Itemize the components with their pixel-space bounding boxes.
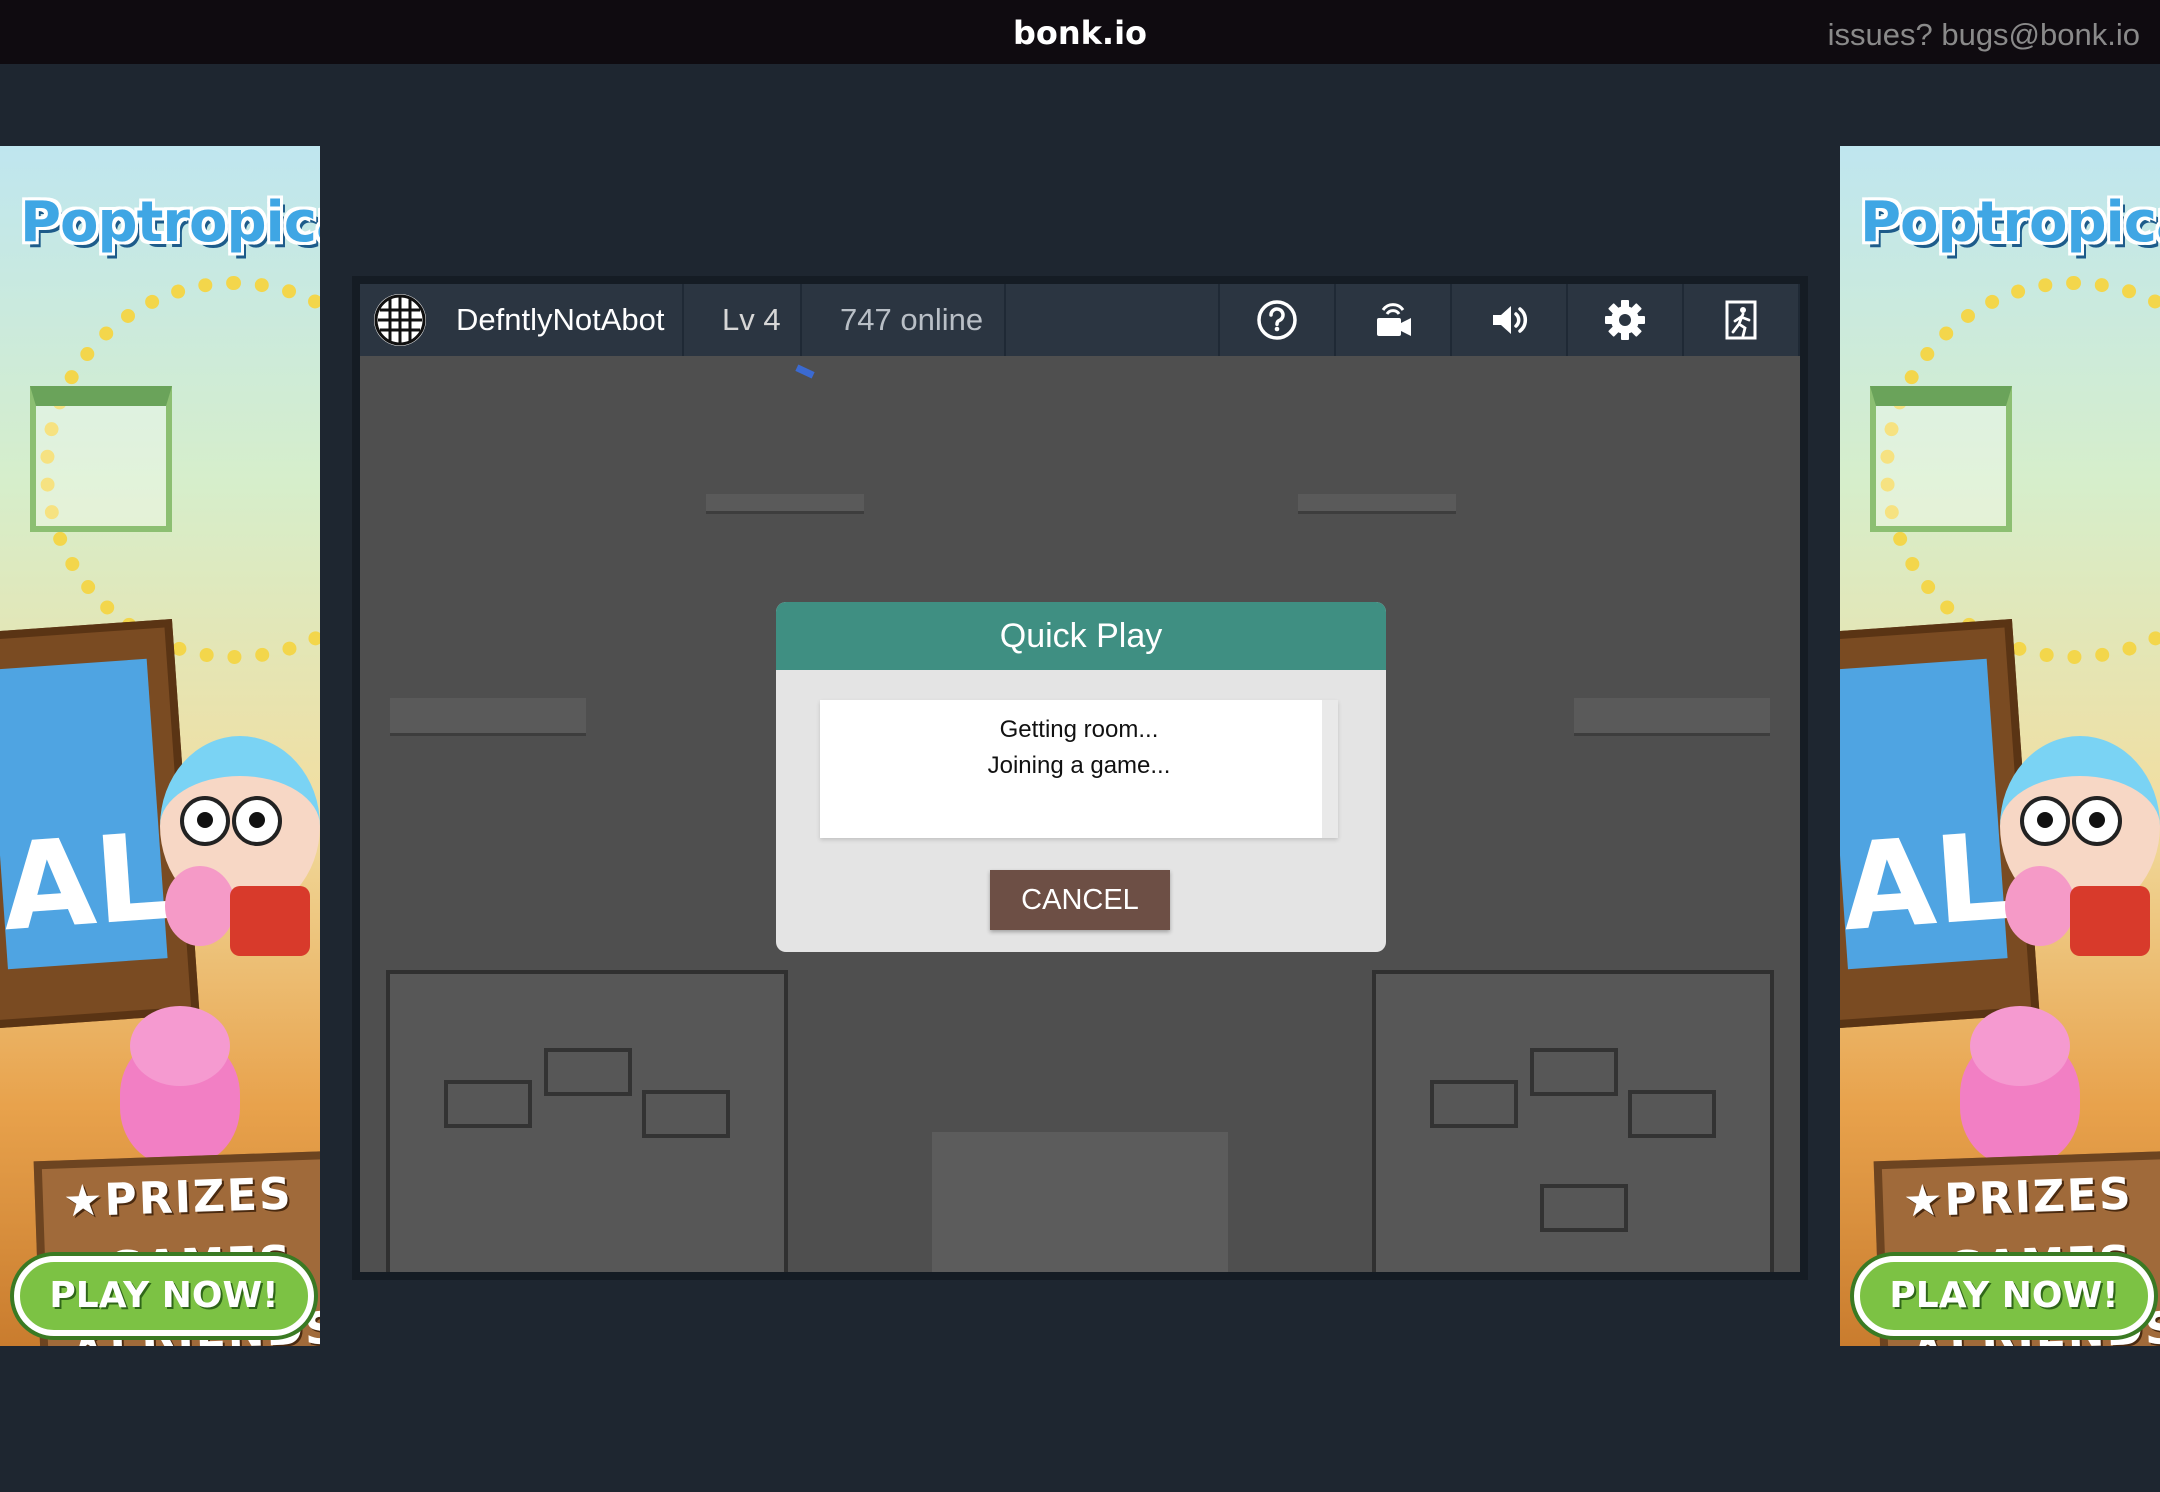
character-eye bbox=[180, 796, 230, 846]
map-block bbox=[544, 1048, 632, 1096]
status-message-box: Getting room... Joining a game... bbox=[820, 700, 1338, 838]
map-block bbox=[642, 1090, 730, 1138]
gondola-art bbox=[1870, 386, 2012, 532]
help-icon bbox=[1257, 300, 1297, 340]
game-canvas[interactable]: DefntlyNotAbot Lv 4 747 online Quick Pla… bbox=[360, 284, 1800, 1272]
ad-play-now-button[interactable]: PLAY NOW! bbox=[1854, 1256, 2154, 1336]
game-toolbar: DefntlyNotAbot Lv 4 747 online bbox=[360, 284, 1800, 356]
character-eye bbox=[2020, 796, 2070, 846]
status-line: Getting room... bbox=[999, 716, 1159, 743]
sign-text: AL bbox=[1840, 807, 2017, 959]
character-eye bbox=[232, 796, 282, 846]
ad-line-prizes: ★PRIZES bbox=[1902, 1168, 2134, 1228]
map-platform bbox=[1298, 494, 1456, 514]
online-count: 747 online bbox=[802, 284, 1004, 356]
advertisement-right[interactable]: Poptropica AL ★PRIZES ★GAMES ★FRIENDS PL… bbox=[1840, 146, 2160, 1346]
username: DefntlyNotAbot bbox=[456, 302, 665, 337]
character-eye bbox=[2072, 796, 2122, 846]
map-block bbox=[1628, 1090, 1716, 1138]
cotton-candy-art bbox=[2005, 866, 2075, 946]
scarf-art bbox=[230, 886, 310, 956]
map-marker bbox=[795, 364, 815, 379]
toolbar-spacer bbox=[1006, 284, 1218, 356]
cotton-candy-art bbox=[165, 866, 235, 946]
ad-line-prizes: ★PRIZES bbox=[62, 1168, 294, 1228]
replay-camera-button[interactable] bbox=[1336, 284, 1450, 356]
quick-play-dialog: Quick Play Getting room... Joining a gam… bbox=[776, 602, 1386, 952]
online-text: 747 online bbox=[840, 302, 984, 337]
ad-logo: Poptropica bbox=[20, 190, 320, 255]
settings-button[interactable] bbox=[1568, 284, 1682, 356]
ad-logo: Poptropica bbox=[1860, 190, 2160, 255]
player-info[interactable]: DefntlyNotAbot bbox=[360, 284, 682, 356]
ad-play-now-button[interactable]: PLAY NOW! bbox=[14, 1256, 314, 1336]
avatar bbox=[374, 294, 426, 346]
game-frame: DefntlyNotAbot Lv 4 747 online Quick Pla… bbox=[352, 276, 1808, 1280]
level-text: Lv 4 bbox=[722, 302, 781, 337]
cancel-button[interactable]: CANCEL bbox=[990, 870, 1170, 930]
teddy-bear-art bbox=[120, 1006, 240, 1166]
bug-report-link[interactable]: issues? bugs@bonk.io bbox=[1828, 17, 2140, 53]
status-line: Joining a game... bbox=[987, 752, 1171, 779]
message-scrollbar[interactable] bbox=[1322, 700, 1338, 838]
speaker-icon bbox=[1493, 306, 1528, 334]
teddy-bear-art bbox=[1960, 1006, 2080, 1166]
sign-text: AL bbox=[0, 807, 177, 959]
map-floor-block bbox=[932, 1132, 1228, 1272]
exit-button[interactable] bbox=[1684, 284, 1798, 356]
camera-icon bbox=[1377, 303, 1411, 336]
dialog-title: Quick Play bbox=[776, 602, 1386, 670]
map-block bbox=[444, 1080, 532, 1128]
gondola-art bbox=[30, 386, 172, 532]
exit-icon bbox=[1725, 300, 1757, 340]
top-bar: bonk.io issues? bugs@bonk.io bbox=[0, 0, 2160, 64]
map-platform bbox=[706, 494, 864, 514]
map-platform bbox=[1574, 698, 1770, 736]
map-block bbox=[1530, 1048, 1618, 1096]
level-display: Lv 4 bbox=[684, 284, 800, 356]
map-block bbox=[1430, 1080, 1518, 1128]
sound-button[interactable] bbox=[1452, 284, 1566, 356]
scarf-art bbox=[2070, 886, 2150, 956]
map-block bbox=[1540, 1184, 1628, 1232]
help-button[interactable] bbox=[1220, 284, 1334, 356]
gear-icon bbox=[1605, 300, 1645, 340]
map-platform bbox=[390, 698, 586, 736]
advertisement-left[interactable]: Poptropica AL ★PRIZES ★GAMES ★FRIENDS PL… bbox=[0, 146, 320, 1346]
